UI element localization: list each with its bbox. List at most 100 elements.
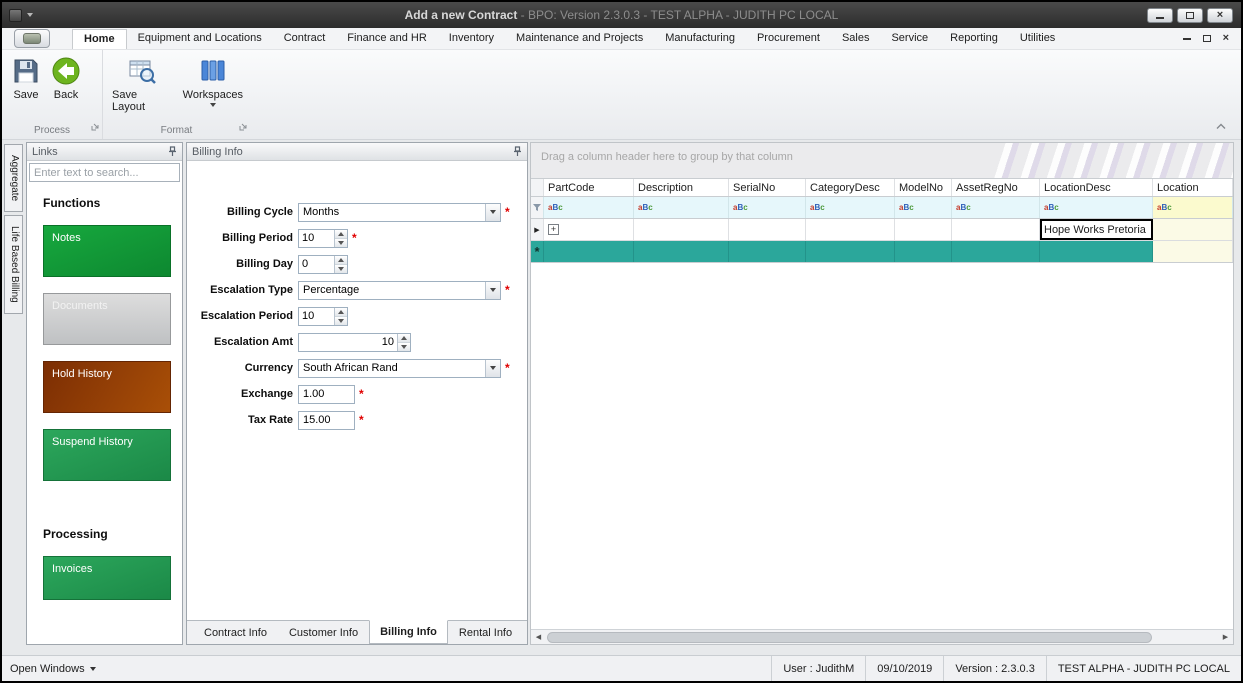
ribbon-tab-sales[interactable]: Sales [831, 29, 881, 48]
save-button[interactable]: Save [8, 54, 44, 103]
application-menu-button[interactable] [14, 29, 50, 48]
suspend-history-button[interactable]: Suspend History [43, 429, 171, 481]
ribbon-tab-finance-and-hr[interactable]: Finance and HR [336, 29, 438, 48]
tab-rental-info[interactable]: Rental Info [448, 621, 523, 644]
column-header-modelno[interactable]: ModelNo [895, 179, 952, 196]
new-row-cell-location[interactable] [1153, 241, 1233, 262]
billing-cycle-dropdown[interactable]: Months [298, 202, 501, 222]
ribbon-minimize-icon[interactable] [1182, 37, 1191, 40]
spin-up-icon[interactable] [335, 229, 347, 238]
new-row-cell-locationdesc[interactable] [1040, 241, 1153, 262]
side-tab-aggregate[interactable]: Aggregate [4, 144, 23, 213]
pin-icon[interactable] [513, 146, 522, 157]
notes-button[interactable]: Notes [43, 225, 171, 277]
back-button[interactable]: Back [48, 54, 84, 103]
spin-up-icon[interactable] [335, 307, 347, 316]
ribbon-tab-service[interactable]: Service [880, 29, 939, 48]
new-row-cell-categorydesc[interactable] [806, 241, 895, 262]
cell-locationdesc-focused[interactable]: Hope Works Pretoria [1040, 219, 1153, 240]
dropdown-arrow-icon[interactable] [485, 359, 500, 377]
cell-categorydesc[interactable] [806, 219, 895, 240]
dropdown-arrow-icon[interactable] [485, 281, 500, 299]
ribbon-restore-icon[interactable] [1202, 35, 1211, 42]
ribbon-tab-home[interactable]: Home [72, 28, 127, 49]
billing-day-spinner[interactable]: 0 [298, 254, 348, 274]
currency-dropdown[interactable]: South African Rand [298, 358, 501, 378]
filter-cell-locationdesc[interactable]: aBc [1040, 197, 1153, 218]
new-row-cell-serialno[interactable] [729, 241, 806, 262]
column-header-assetregno[interactable]: AssetRegNo [952, 179, 1040, 196]
exchange-input[interactable] [298, 384, 355, 404]
close-button[interactable]: × [1207, 7, 1233, 23]
filter-cell-location[interactable]: aBc [1153, 197, 1233, 218]
column-header-partcode[interactable]: PartCode [544, 179, 634, 196]
hold-history-button[interactable]: Hold History [43, 361, 171, 413]
spin-up-icon[interactable] [335, 255, 347, 264]
side-tab-life-based-billing[interactable]: Life Based Billing [4, 215, 23, 314]
new-row-cell-description[interactable] [634, 241, 729, 262]
column-header-categorydesc[interactable]: CategoryDesc [806, 179, 895, 196]
column-header-serialno[interactable]: SerialNo [729, 179, 806, 196]
save-layout-button[interactable]: Save Layout [109, 54, 176, 115]
escalation-type-dropdown[interactable]: Percentage [298, 280, 501, 300]
minimize-button[interactable] [1147, 7, 1173, 23]
documents-button[interactable]: Documents [43, 293, 171, 345]
cell-modelno[interactable] [895, 219, 952, 240]
spin-down-icon[interactable] [335, 237, 347, 247]
workspaces-button[interactable]: Workspaces [180, 54, 246, 109]
new-row-cell-partcode[interactable] [544, 241, 634, 262]
horizontal-scrollbar[interactable]: ◀ ▶ [531, 629, 1233, 644]
ribbon-tab-equipment-and-locations[interactable]: Equipment and Locations [127, 29, 273, 48]
dialog-launcher-icon[interactable] [91, 121, 99, 136]
spin-down-icon[interactable] [398, 341, 410, 351]
filter-cell-categorydesc[interactable]: aBc [806, 197, 895, 218]
scroll-left-icon[interactable]: ◀ [531, 630, 546, 644]
new-row-cell-assetregno[interactable] [952, 241, 1040, 262]
ribbon-tab-inventory[interactable]: Inventory [438, 29, 505, 48]
escalation-amt-spinner[interactable]: 10 [298, 332, 411, 352]
escalation-period-spinner[interactable]: 10 [298, 306, 348, 326]
invoices-button[interactable]: Invoices [43, 556, 171, 600]
cell-assetregno[interactable] [952, 219, 1040, 240]
ribbon-tab-reporting[interactable]: Reporting [939, 29, 1009, 48]
search-input[interactable] [30, 166, 180, 179]
tab-contract-info[interactable]: Contract Info [193, 621, 278, 644]
filter-cell-description[interactable]: aBc [634, 197, 729, 218]
collapse-ribbon-icon[interactable] [1215, 117, 1227, 135]
column-header-description[interactable]: Description [634, 179, 729, 196]
tax-rate-input[interactable] [298, 410, 355, 430]
expand-row-icon[interactable]: + [548, 224, 559, 235]
column-header-location[interactable]: Location [1153, 179, 1233, 196]
dropdown-arrow-icon[interactable] [485, 203, 500, 221]
scroll-right-icon[interactable]: ▶ [1218, 630, 1233, 644]
cell-location[interactable] [1153, 219, 1233, 240]
filter-cell-serialno[interactable]: aBc [729, 197, 806, 218]
ribbon-close-icon[interactable]: × [1223, 33, 1229, 44]
app-icon[interactable] [9, 8, 22, 22]
spin-up-icon[interactable] [398, 333, 410, 342]
spin-down-icon[interactable] [335, 263, 347, 273]
cell-description[interactable] [634, 219, 729, 240]
filter-cell-partcode[interactable]: aBc [544, 197, 634, 218]
spin-down-icon[interactable] [335, 315, 347, 325]
scrollbar-thumb[interactable] [547, 632, 1152, 643]
ribbon-tab-contract[interactable]: Contract [273, 29, 337, 48]
dialog-launcher-icon[interactable] [239, 121, 247, 136]
new-row-cell-modelno[interactable] [895, 241, 952, 262]
pin-icon[interactable] [168, 146, 177, 157]
filter-cell-assetregno[interactable]: aBc [952, 197, 1040, 218]
ribbon-tab-manufacturing[interactable]: Manufacturing [654, 29, 746, 48]
billing-period-spinner[interactable]: 10 [298, 228, 348, 248]
quick-access-dropdown-icon[interactable] [27, 13, 33, 17]
filter-cell-modelno[interactable]: aBc [895, 197, 952, 218]
maximize-button[interactable] [1177, 7, 1203, 23]
cell-serialno[interactable] [729, 219, 806, 240]
tab-customer-info[interactable]: Customer Info [278, 621, 369, 644]
column-header-locationdesc[interactable]: LocationDesc [1040, 179, 1153, 196]
open-windows-dropdown[interactable]: Open Windows [2, 663, 96, 675]
cell-partcode[interactable]: + [544, 219, 634, 240]
ribbon-tab-utilities[interactable]: Utilities [1009, 29, 1066, 48]
ribbon-tab-maintenance-and-projects[interactable]: Maintenance and Projects [505, 29, 654, 48]
tab-billing-info[interactable]: Billing Info [369, 620, 448, 644]
ribbon-tab-procurement[interactable]: Procurement [746, 29, 831, 48]
